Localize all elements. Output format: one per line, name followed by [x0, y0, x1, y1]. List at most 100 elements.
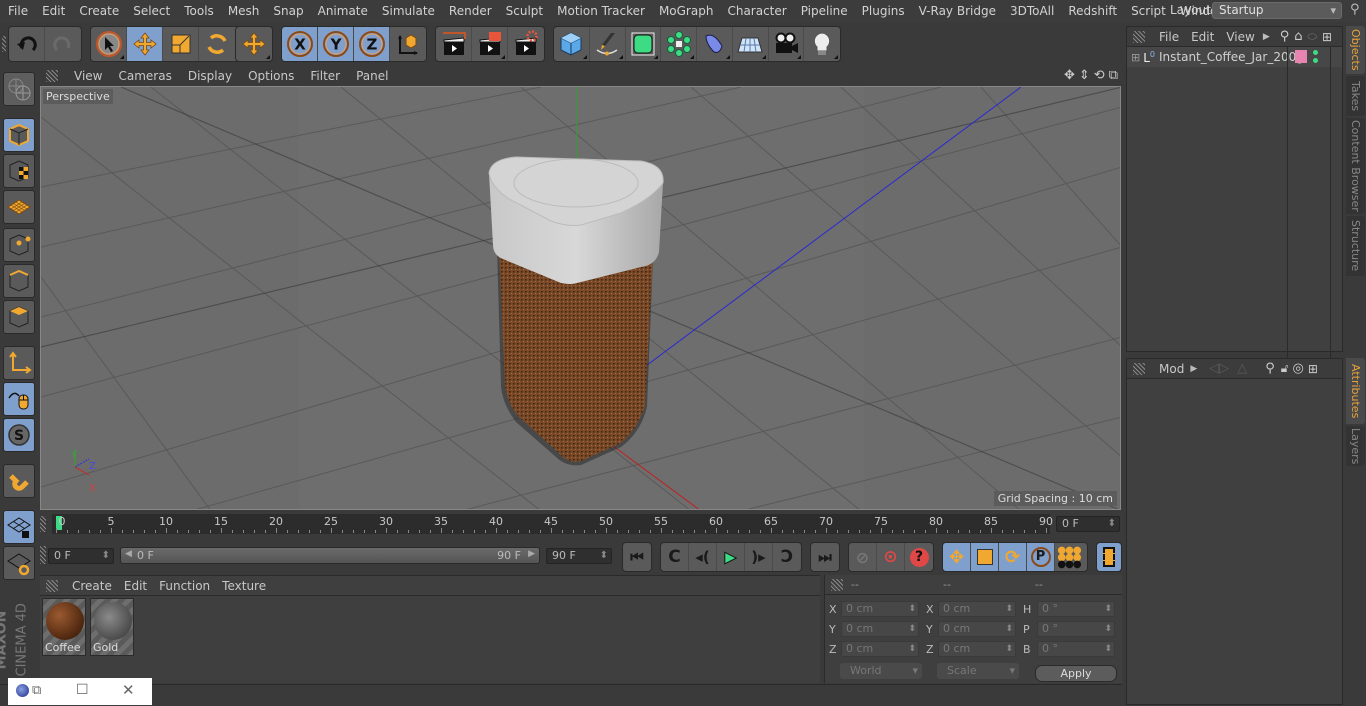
redo-button[interactable] [45, 27, 81, 61]
perspective-viewport[interactable]: Y Z X Perspective Grid Spacing : 10 cm [40, 86, 1121, 510]
panel-grip[interactable] [46, 70, 58, 82]
menu-script[interactable]: Script [1124, 4, 1173, 18]
new-panel-icon[interactable]: ⊞ [1308, 362, 1318, 376]
range-right-arrow-icon[interactable]: ▶ [528, 549, 535, 559]
key-scale-button[interactable] [971, 543, 999, 571]
panel-grip[interactable] [831, 578, 843, 591]
material-menu-edit[interactable]: Edit [118, 579, 153, 593]
menu-plugins[interactable]: Plugins [855, 4, 912, 18]
cloner-button[interactable] [661, 27, 697, 61]
timeline-window-button[interactable] [1097, 543, 1121, 571]
menu-sculpt[interactable]: Sculpt [499, 4, 550, 18]
menu-mograph[interactable]: MoGraph [652, 4, 721, 18]
rotation-h-field[interactable]: 0 ° [1037, 601, 1115, 617]
tab-objects[interactable]: Objects [1346, 26, 1365, 74]
key-pla-button[interactable]: ●●● ●●● ●●● [1055, 543, 1083, 571]
coordinate-system-button[interactable] [390, 27, 426, 61]
make-editable-button[interactable] [3, 72, 35, 106]
texture-mode-button[interactable] [3, 154, 35, 188]
maximize-view-icon[interactable]: ⧉ [1109, 68, 1118, 83]
viewport-menu-panel[interactable]: Panel [348, 69, 396, 83]
magnet-button[interactable] [3, 464, 35, 498]
orbit-view-icon[interactable]: ⟲ [1094, 68, 1105, 83]
viewport-menu-options[interactable]: Options [240, 69, 302, 83]
record-keys-button[interactable]: ⊘ [849, 543, 877, 571]
restore-icon[interactable]: ⧉ [32, 683, 41, 698]
camera-button[interactable] [769, 27, 805, 61]
current-frame-field[interactable]: 0 F [1056, 516, 1120, 532]
viewport-menu-display[interactable]: Display [180, 69, 240, 83]
viewport-menu-filter[interactable]: Filter [302, 69, 348, 83]
frame-range-slider[interactable]: ◀ 0 F 90 F ▶ [120, 547, 540, 564]
light-button[interactable] [804, 27, 840, 61]
render-to-picture-viewer-button[interactable] [472, 27, 508, 61]
target-icon[interactable]: ◎ [1293, 361, 1304, 376]
menu-3dtoall[interactable]: 3DToAll [1003, 4, 1061, 18]
position-y-field[interactable]: 0 cm [841, 621, 919, 637]
zoom-view-icon[interactable]: ⇕ [1079, 68, 1090, 83]
menu-tools[interactable]: Tools [177, 4, 221, 18]
panel-grip[interactable] [1133, 30, 1145, 43]
y-axis-button[interactable]: Y [318, 27, 354, 61]
range-left-arrow-icon[interactable]: ◀ [125, 549, 132, 559]
material-menu-texture[interactable]: Texture [216, 579, 272, 593]
end-frame-field[interactable]: 90 F [546, 548, 612, 564]
apply-button[interactable]: Apply [1035, 665, 1117, 682]
z-axis-button[interactable]: Z [354, 27, 390, 61]
more-menu-arrow-icon[interactable]: ▶ [1263, 32, 1270, 42]
panel-grip[interactable] [40, 546, 46, 564]
points-mode-button[interactable] [3, 228, 35, 262]
model-mode-button[interactable] [3, 118, 35, 152]
size-mode-select[interactable]: Scale [937, 663, 1019, 679]
autokeying-button[interactable]: ⊙ [877, 543, 905, 571]
cube-button[interactable] [554, 27, 590, 61]
polygons-mode-button[interactable] [3, 300, 35, 334]
material-gold[interactable]: Gold [90, 598, 134, 656]
timeline-ruler[interactable]: 0 5 10 15 20 25 30 35 40 45 50 55 60 65 70 75 80 85 90 [52, 514, 1053, 534]
panel-grip[interactable] [46, 579, 58, 592]
locked-workplane-button[interactable] [3, 510, 35, 544]
expand-icon[interactable]: ⊞ [1131, 51, 1140, 64]
object-name[interactable]: Instant_Coffee_Jar_200g [1159, 50, 1304, 64]
rotate-button[interactable] [199, 27, 235, 61]
menu-snap[interactable]: Snap [266, 4, 310, 18]
material-menu-create[interactable]: Create [66, 579, 118, 593]
tab-attributes[interactable]: Attributes [1346, 358, 1365, 424]
viewport-menu-cameras[interactable]: Cameras [110, 69, 179, 83]
tab-structure[interactable]: Structure [1346, 216, 1365, 276]
floor-button[interactable] [733, 27, 769, 61]
menu-create[interactable]: Create [72, 4, 126, 18]
layout-select[interactable]: Startup [1212, 2, 1342, 19]
lock-icon[interactable]: 🔓︎ [1281, 361, 1289, 376]
coffee-jar-model[interactable] [488, 156, 664, 466]
menu-edit[interactable]: Edit [35, 4, 72, 18]
key-rotation-button[interactable]: ⟳ [999, 543, 1027, 571]
search-icon[interactable]: ⚲ [1280, 29, 1290, 44]
render-view-button[interactable] [436, 27, 472, 61]
x-axis-button[interactable]: X [282, 27, 318, 61]
next-key-button[interactable]: Ɔ [773, 543, 801, 571]
size-x-field[interactable]: 0 cm [938, 601, 1016, 617]
live-selection-button[interactable] [91, 27, 127, 61]
editor-visibility-dot[interactable] [1313, 50, 1318, 55]
rotation-b-field[interactable]: 0 ° [1037, 641, 1115, 657]
panel-grip[interactable] [40, 516, 46, 532]
new-panel-icon[interactable]: ⊞ [1322, 30, 1332, 44]
pan-view-icon[interactable]: ✥ [1064, 68, 1075, 83]
tab-content-browser[interactable]: Content Browser [1346, 118, 1365, 214]
size-y-field[interactable]: 0 cm [938, 621, 1016, 637]
workplane-mode-button[interactable] [3, 190, 35, 224]
menu-character[interactable]: Character [720, 4, 793, 18]
planar-workplane-button[interactable] [3, 546, 35, 580]
prev-frame-button[interactable]: ◂( [689, 543, 717, 571]
play-button[interactable]: ▶ [717, 543, 745, 571]
objects-menu-file[interactable]: File [1153, 30, 1185, 44]
next-frame-button[interactable]: )▸ [745, 543, 773, 571]
material-menu-function[interactable]: Function [153, 579, 216, 593]
position-x-field[interactable]: 0 cm [841, 601, 919, 617]
coordinate-space-select[interactable]: World [840, 663, 922, 679]
key-position-button[interactable]: ✥ [943, 543, 971, 571]
menu-vray-bridge[interactable]: V-Ray Bridge [912, 4, 1003, 18]
subdivision-surface-button[interactable] [626, 27, 662, 61]
objects-menu-view[interactable]: View [1220, 30, 1260, 44]
